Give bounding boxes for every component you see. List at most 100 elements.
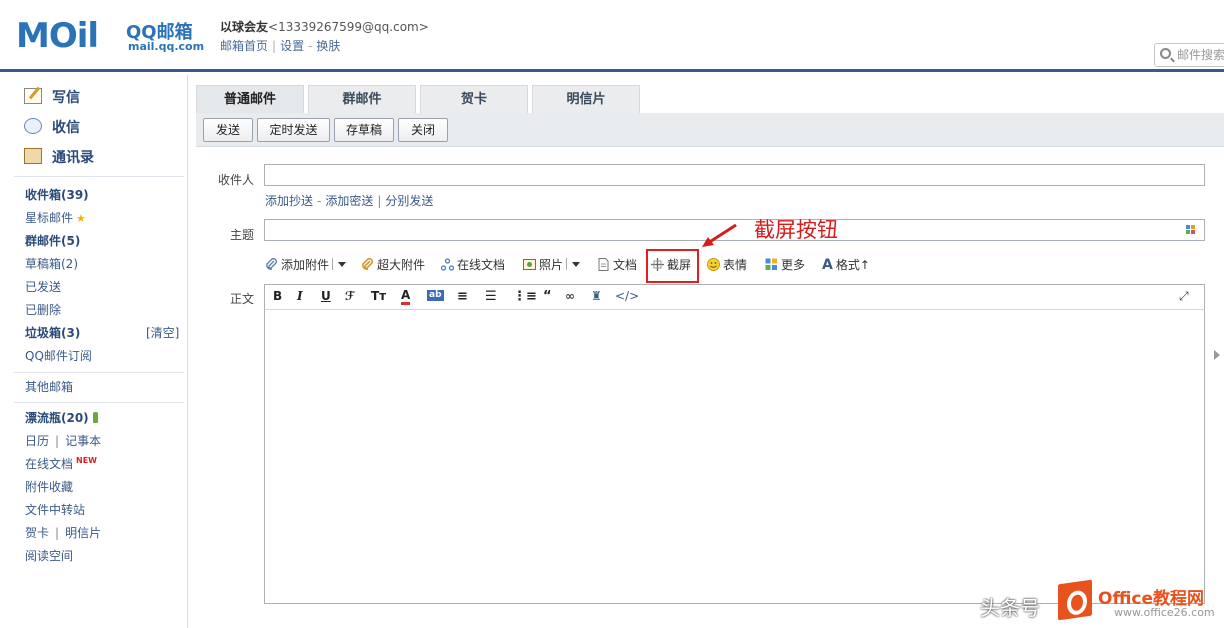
emoji-label: 表情 [723, 258, 748, 272]
tab-postcard[interactable]: 明信片 [532, 85, 640, 113]
align-icon[interactable]: ≡ [457, 289, 468, 304]
recipient-input[interactable] [264, 164, 1205, 186]
folder-sent[interactable]: 已发送 [25, 278, 61, 295]
source-code-icon[interactable]: </> [615, 289, 639, 303]
clear-spam-link[interactable]: [清空] [146, 324, 179, 341]
folder-starred[interactable]: 星标邮件 ★ [25, 209, 86, 226]
search-placeholder: 邮件搜索 [1177, 48, 1224, 62]
expand-icon[interactable]: ⤢ [1179, 289, 1189, 304]
separator: | [55, 434, 60, 448]
separator: - [308, 39, 313, 53]
add-bcc-link[interactable]: 添加密送 [325, 194, 373, 208]
add-cc-link[interactable]: 添加抄送 [265, 194, 313, 208]
inbox-button[interactable]: 收信 [24, 117, 80, 137]
online-doc-button[interactable]: 在线文档 [441, 256, 505, 273]
divider [14, 176, 184, 177]
office-logo-icon [1058, 579, 1092, 621]
more-button[interactable]: 更多 [765, 256, 805, 273]
user-info: 以球会友<13339267599@qq.com> [220, 18, 429, 35]
bullet-list-icon[interactable]: ☰ [485, 289, 497, 304]
folder-spam[interactable]: 垃圾箱(3) [25, 324, 80, 341]
folder-subscriptions[interactable]: QQ邮件订阅 [25, 347, 92, 364]
send-button[interactable]: 发送 [203, 118, 253, 142]
body-label: 正文 [230, 292, 255, 306]
online-docs-link[interactable]: 在线文档 NEW [25, 455, 97, 472]
inbox-icon [24, 118, 42, 134]
tab-normal-mail[interactable]: 普通邮件 [196, 85, 304, 113]
font-size-icon[interactable]: Tт [371, 289, 386, 303]
large-attachment-label: 超大附件 [377, 258, 426, 272]
document-button[interactable]: 文档 [597, 256, 637, 273]
message-body-editor[interactable] [264, 310, 1205, 604]
other-mailbox[interactable]: 其他邮箱 [25, 378, 73, 395]
add-attachment-button[interactable]: 添加附件 [265, 256, 347, 273]
header: MOil QQ邮箱 mail.qq.com 以球会友<13339267599@q… [0, 0, 1224, 72]
folder-group[interactable]: 群邮件(5) [25, 232, 80, 249]
scheduled-send-button[interactable]: 定时发送 [257, 118, 330, 142]
settings-link[interactable]: 设置 [280, 39, 304, 53]
card-postcard-row: 贺卡 | 明信片 [25, 524, 101, 541]
contacts-icon [24, 148, 42, 164]
separator [566, 258, 568, 270]
chevron-down-icon[interactable] [572, 262, 581, 267]
annotation-label: 截屏按钮 [754, 218, 838, 242]
home-link[interactable]: 邮箱首页 [220, 39, 268, 53]
user-email: <13339267599@qq.com> [268, 20, 429, 34]
separate-send-link[interactable]: 分别发送 [385, 194, 433, 208]
underline-icon[interactable]: U [321, 289, 331, 303]
contacts-button[interactable]: 通讯录 [24, 147, 94, 167]
add-attachment-label: 添加附件 [281, 258, 330, 272]
format-button[interactable]: A 格式↑ [822, 256, 870, 273]
write-button[interactable]: 写信 [24, 87, 80, 107]
close-button[interactable]: 关闭 [398, 118, 448, 142]
large-attachment-button[interactable]: 超大附件 [361, 256, 425, 273]
reading-space[interactable]: 阅读空间 [25, 547, 73, 564]
file-transfer[interactable]: 文件中转站 [25, 501, 85, 518]
folder-drafts[interactable]: 草稿箱(2) [25, 255, 78, 272]
bold-icon[interactable]: B [273, 289, 282, 303]
photo-button[interactable]: 照片 [523, 256, 581, 273]
greeting-card-link[interactable]: 贺卡 [25, 526, 49, 540]
online-docs-label: 在线文档 [25, 457, 74, 471]
folder-deleted[interactable]: 已删除 [25, 301, 61, 318]
postcard-link[interactable]: 明信片 [65, 526, 101, 540]
link-icon[interactable]: ∞ [565, 289, 575, 303]
smiley-icon [707, 258, 720, 271]
quote-icon[interactable]: “ [543, 289, 552, 304]
tab-group-mail[interactable]: 群邮件 [308, 85, 416, 113]
paperclip-icon [266, 258, 277, 270]
format-label: 格式↑ [835, 258, 870, 272]
divider [14, 402, 184, 403]
skin-link[interactable]: 换肤 [316, 39, 340, 53]
brush-icon[interactable]: ♜ [591, 289, 602, 303]
save-draft-button[interactable]: 存草稿 [334, 118, 394, 142]
qq-mail-logo[interactable]: MOil QQ邮箱 mail.qq.com [14, 14, 204, 58]
document-icon [598, 258, 609, 271]
font-color-icon[interactable]: A [401, 289, 411, 305]
recipient-label: 收件人 [218, 173, 255, 187]
user-nickname: 以球会友 [220, 20, 269, 34]
watermark: 头条号 Office教程网 www.office26.com [980, 578, 1224, 628]
highlight-icon[interactable]: ab [427, 290, 444, 301]
emoji-button[interactable]: 表情 [707, 256, 747, 273]
document-label: 文档 [613, 258, 638, 272]
attachment-favorites[interactable]: 附件收藏 [25, 478, 73, 495]
inbox-label: 收信 [52, 120, 80, 136]
chevron-right-icon[interactable] [1214, 350, 1220, 360]
tab-greeting-card[interactable]: 贺卡 [420, 85, 528, 113]
search-icon [1160, 48, 1171, 59]
calendar-link[interactable]: 日历 [25, 434, 49, 448]
notebook-link[interactable]: 记事本 [65, 434, 101, 448]
subject-options-icon[interactable] [1186, 225, 1198, 235]
compose-area: 普通邮件 群邮件 贺卡 明信片 发送 定时发送 存草稿 关闭 收件人 添加抄送 -… [188, 75, 1224, 628]
folder-inbox[interactable]: 收件箱(39) [25, 186, 89, 203]
chevron-down-icon[interactable] [338, 262, 347, 267]
grid-icon [765, 258, 777, 270]
indent-icon[interactable]: ⋮≡ [513, 289, 537, 304]
drift-bottle[interactable]: 漂流瓶(20) [25, 409, 98, 426]
italic-icon[interactable]: I [297, 289, 303, 303]
search-input[interactable]: 邮件搜索 [1154, 43, 1224, 67]
photo-icon [523, 259, 536, 270]
separator: - [317, 194, 322, 208]
font-family-icon[interactable]: ℱ [345, 289, 355, 303]
